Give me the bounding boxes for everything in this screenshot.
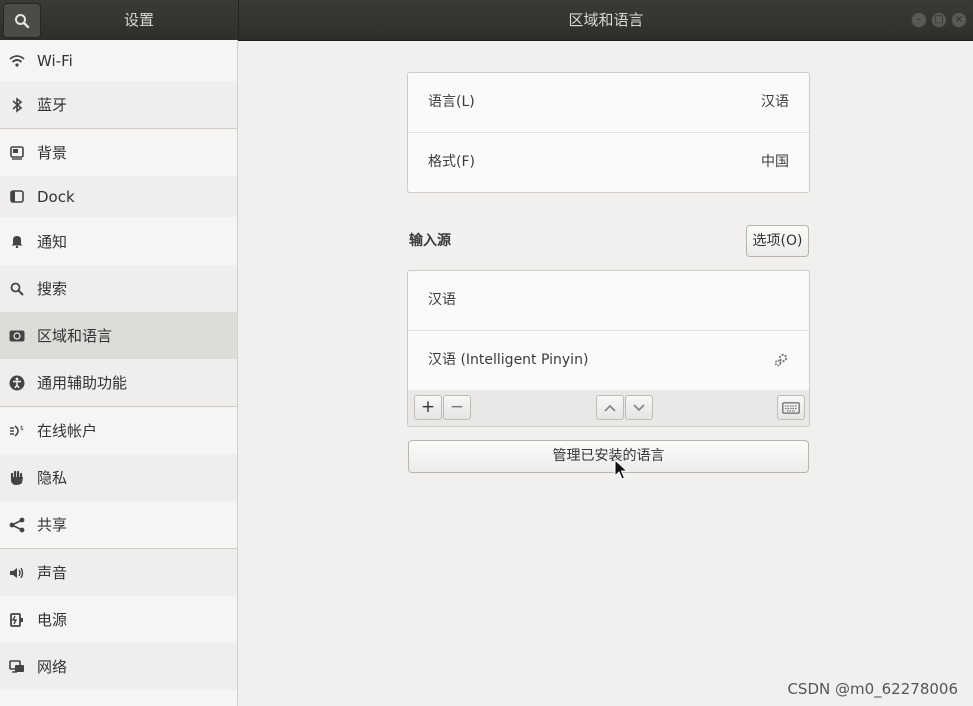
input-source-label: 汉语 (Intelligent Pinyin) (428, 352, 589, 368)
sidebar-item-search[interactable]: 搜索 (0, 265, 237, 312)
sidebar-item-label: 声音 (37, 564, 68, 582)
sidebar-item-network[interactable]: 网络 (0, 643, 237, 690)
share-icon (9, 517, 25, 533)
sidebar: Wi-Fi 蓝牙 背景 Dock 通知 搜索 区域和语言 通用辅助功能 $ 在线… (0, 40, 238, 706)
maximize-icon: □ (934, 14, 944, 25)
settings-title: 设置 (123, 11, 154, 29)
network-icon (9, 659, 25, 675)
language-value: 汉语 (761, 94, 789, 110)
privacy-hand-icon (9, 470, 25, 486)
sidebar-item-label: Wi-Fi (37, 51, 73, 70)
keyboard-icon (782, 401, 800, 414)
sidebar-item-label: 网络 (37, 658, 68, 676)
sidebar-item-label: 在线帐户 (37, 422, 98, 440)
svg-text:$: $ (20, 425, 24, 432)
add-input-source-button[interactable]: + (414, 395, 442, 420)
sidebar-item-bluetooth[interactable]: 蓝牙 (0, 81, 237, 128)
sidebar-item-dock[interactable]: Dock (0, 176, 237, 217)
online-accounts-icon: $ (9, 423, 25, 439)
close-button[interactable]: × (951, 12, 967, 28)
language-label: 语言(L) (428, 94, 475, 110)
language-row[interactable]: 语言(L) 汉语 (408, 73, 809, 133)
wifi-icon (9, 53, 25, 69)
list-item[interactable]: 汉语 (Intelligent Pinyin) (408, 331, 809, 390)
power-icon (9, 612, 25, 628)
background-icon (9, 145, 25, 161)
sidebar-item-sound[interactable]: 声音 (0, 549, 237, 596)
sidebar-item-label: 蓝牙 (37, 96, 68, 114)
sidebar-item-label: 共享 (37, 516, 68, 534)
sidebar-item-region-language[interactable]: 区域和语言 (0, 312, 237, 359)
maximize-button[interactable]: □ (931, 12, 947, 28)
sidebar-item-accessibility[interactable]: 通用辅助功能 (0, 359, 237, 406)
window-controls: – □ × (911, 12, 967, 28)
remove-input-source-button[interactable]: − (443, 395, 471, 420)
format-label: 格式(F) (428, 154, 475, 170)
sidebar-item-label: 区域和语言 (37, 327, 113, 345)
keyboard-layout-button[interactable] (777, 395, 805, 420)
chevron-down-icon (633, 403, 645, 411)
sidebar-item-notifications[interactable]: 通知 (0, 217, 237, 265)
remove-icon: − (449, 397, 465, 417)
sidebar-item-label: 隐私 (37, 469, 68, 487)
close-icon: × (954, 14, 964, 25)
region-icon (9, 328, 25, 344)
sidebar-item-label: 电源 (37, 611, 68, 629)
input-sources-toolbar: + − (407, 390, 810, 427)
bluetooth-icon (9, 96, 25, 113)
page-title: 区域和语言 (568, 11, 644, 29)
sidebar-item-sharing[interactable]: 共享 (0, 501, 237, 548)
input-source-label: 汉语 (428, 292, 456, 308)
speaker-icon (9, 565, 25, 581)
sidebar-item-label: Dock (37, 187, 75, 206)
sidebar-item-privacy[interactable]: 隐私 (0, 454, 237, 501)
sidebar-item-background[interactable]: 背景 (0, 129, 237, 176)
dock-icon (9, 189, 25, 205)
list-item[interactable]: 汉语 (408, 271, 809, 331)
chevron-up-icon (604, 404, 616, 412)
sidebar-item-online-accounts[interactable]: $ 在线帐户 (0, 407, 237, 454)
move-down-button[interactable] (625, 395, 653, 420)
sidebar-item-label: 通用辅助功能 (37, 374, 128, 392)
search-button[interactable] (3, 3, 41, 38)
add-icon: + (420, 397, 436, 417)
sidebar-item-label: 搜索 (37, 280, 68, 298)
format-row[interactable]: 格式(F) 中国 (408, 133, 809, 192)
bell-icon (9, 233, 25, 249)
gear-icon[interactable] (773, 352, 789, 372)
format-value: 中国 (761, 154, 789, 170)
manage-installed-languages-button[interactable]: 管理已安装的语言 (408, 440, 809, 473)
accessibility-icon (9, 375, 25, 391)
input-sources-title: 输入源 (409, 233, 451, 249)
input-sources-list: 汉语 汉语 (Intelligent Pinyin) (407, 270, 810, 392)
minimize-icon: – (916, 14, 922, 25)
sidebar-item-power[interactable]: 电源 (0, 596, 237, 643)
sidebar-item-label: 背景 (37, 144, 68, 162)
sidebar-item-label: 通知 (37, 232, 68, 251)
minimize-button[interactable]: – (911, 12, 927, 28)
search-icon (15, 13, 30, 28)
search-icon (9, 281, 25, 297)
move-up-button[interactable] (596, 395, 624, 420)
sidebar-item-wifi[interactable]: Wi-Fi (0, 40, 237, 81)
watermark: CSDN @m0_62278006 (787, 680, 958, 698)
title-bar: 设置 区域和语言 – □ × (0, 0, 973, 41)
language-format-panel: 语言(L) 汉语 格式(F) 中国 (407, 72, 810, 193)
mouse-cursor-icon (614, 459, 628, 480)
options-button[interactable]: 选项(O) (746, 225, 809, 257)
